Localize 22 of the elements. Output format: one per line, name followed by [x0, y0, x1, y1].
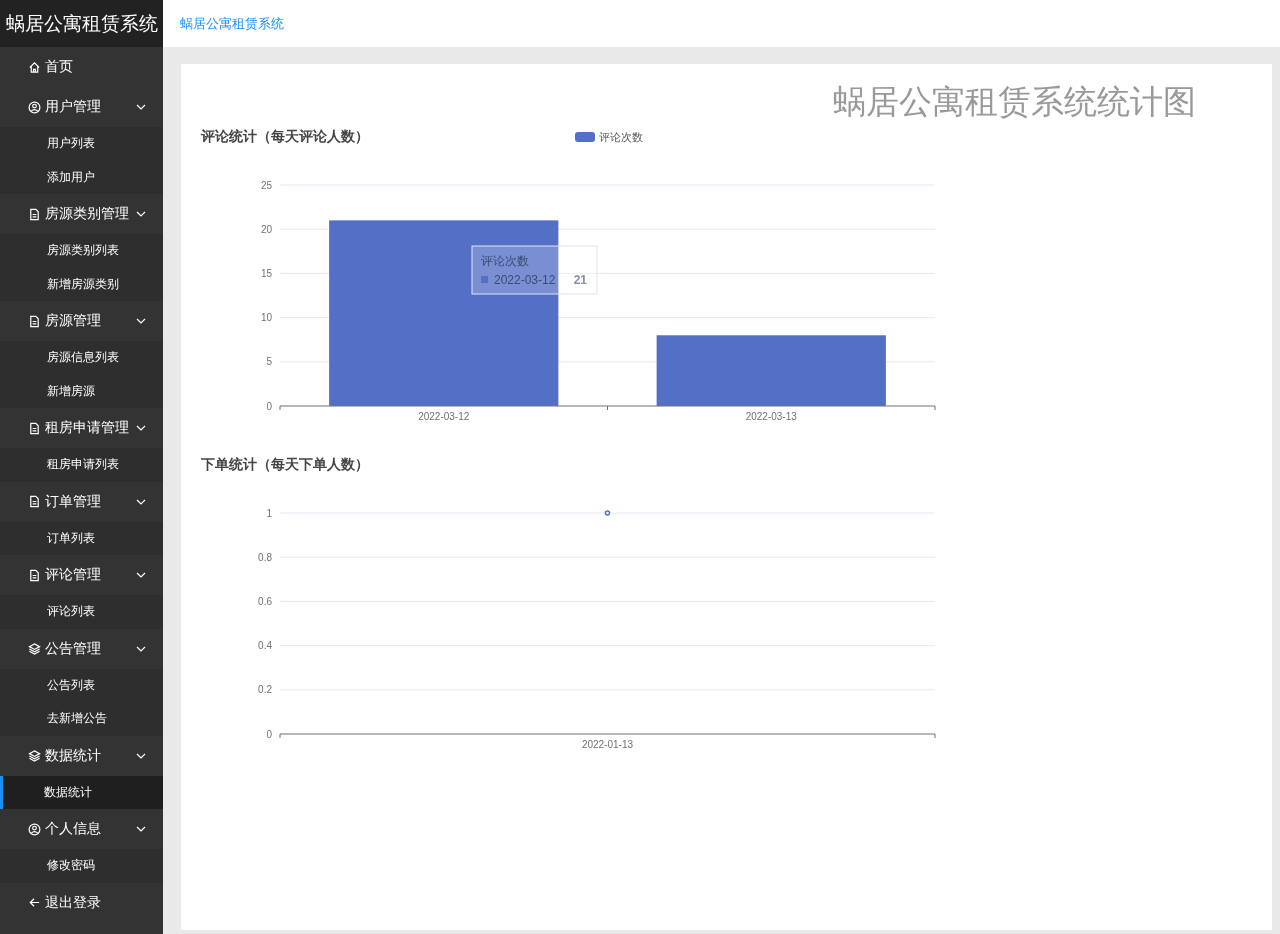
y-tick-label: 0	[266, 728, 272, 740]
y-tick-label: 0.4	[258, 640, 272, 652]
page-title: 蜗居公寓租赁系统统计图	[833, 82, 1196, 122]
app-brand: 蜗居公寓租赁系统	[0, 0, 163, 47]
y-tick-label: 0.8	[258, 551, 272, 563]
y-tick-label: 25	[260, 179, 272, 191]
x-tick-label: 2022-01-13	[581, 739, 634, 750]
y-tick-label: 1	[266, 507, 272, 519]
tooltip: 评论次数 2022-03-12 21	[471, 245, 598, 295]
x-tick-label: 2022-03-13	[745, 411, 797, 422]
legend-label: 评论次数	[599, 129, 643, 145]
chart-title: 下单统计（每天下单人数）	[201, 456, 370, 474]
y-tick-label: 0.2	[258, 684, 272, 696]
y-tick-label: 5	[266, 356, 272, 368]
y-tick-label: 0	[266, 400, 272, 412]
y-tick-label: 15	[260, 267, 272, 279]
x-tick-label: 2022-03-12	[418, 411, 470, 422]
y-tick-label: 10	[260, 312, 272, 324]
chart-title: 评论统计（每天评论人数）	[201, 128, 370, 146]
y-tick-label: 20	[260, 223, 272, 235]
series-label: 评论次数	[481, 254, 529, 268]
y-tick-label: 0.6	[258, 595, 272, 607]
